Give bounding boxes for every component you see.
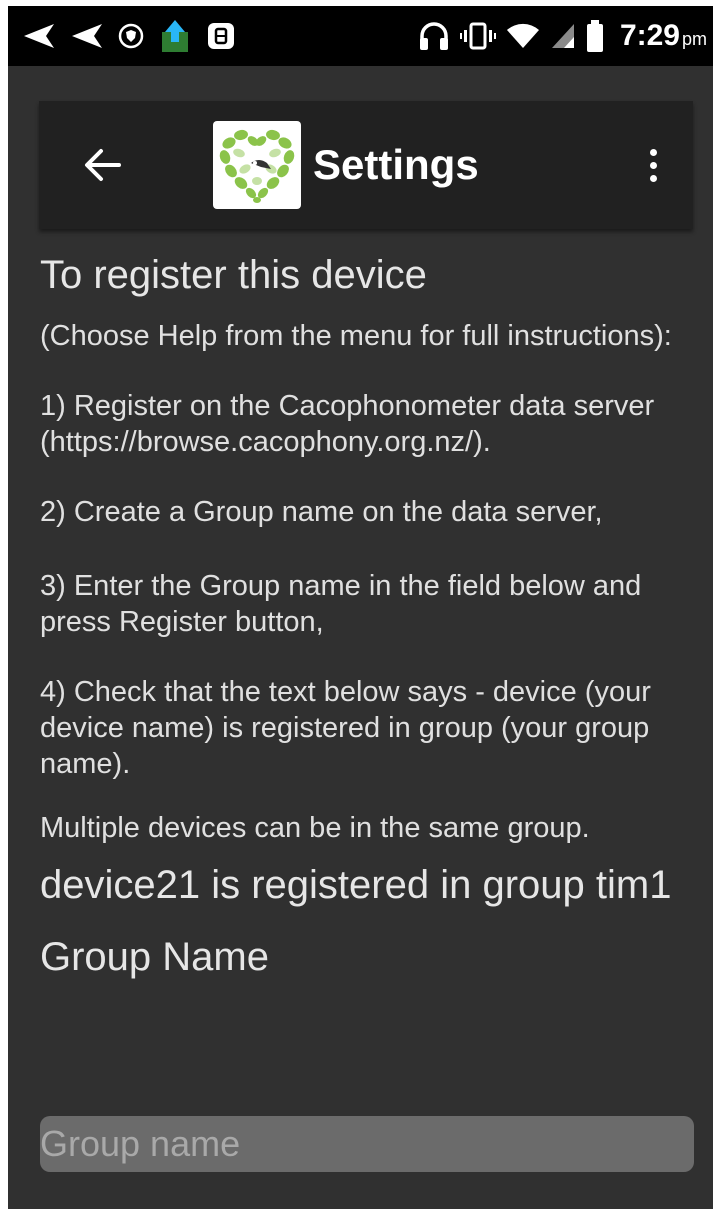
status-bar-notifications [22,18,236,54]
group-name-label: Group Name [40,935,269,979]
battery-icon [586,20,604,52]
more-vert-icon [649,148,657,156]
leaf-heart-bird-logo-icon [219,129,295,203]
wifi-icon [506,22,540,50]
clock-ampm: pm [681,29,707,49]
headphones-icon [418,21,450,51]
step-1-text: 1) Register on the Cacophonometer data s… [40,390,655,458]
upload-app-icon [158,18,192,54]
overflow-menu-button[interactable] [641,141,665,189]
vibrate-icon [459,22,496,50]
app-logo [213,121,301,209]
toolbar-title: Settings [313,141,479,188]
step-4-text: 4) Check that the text below says - devi… [40,676,651,780]
back-button[interactable] [79,141,127,189]
status-bar: 7:29 pm [8,6,713,66]
app-toolbar: Settings [39,101,693,229]
vpn-shield-icon [118,23,144,49]
status-bar-system: 7:29 pm [418,16,707,56]
send-icon [70,23,104,49]
register-heading: To register this device [40,253,427,297]
more-vert-icon-dot [649,174,657,182]
step-2-text: 2) Create a Group name on the data serve… [40,496,603,528]
send-icon [22,23,56,49]
clock-time: 7:29 [619,19,680,52]
phone-screen: 7:29 pm Settings To register this device… [8,6,713,1209]
multiple-devices-note: Multiple devices can be in the same grou… [40,812,590,844]
settings-content: To register this device (Choose Help fro… [40,250,700,982]
intro-text: (Choose Help from the menu for full inst… [40,320,672,352]
arrow-left-icon [85,149,121,181]
registration-status: device21 is registered in group tim1 [40,863,672,907]
app-notification-icon [206,21,236,51]
status-clock: 7:29 pm [620,19,707,53]
more-vert-icon-dot [649,161,657,169]
step-3-text: 3) Enter the Group name in the field bel… [40,570,642,638]
group-name-input[interactable] [40,1116,694,1172]
cell-signal-icon [550,22,576,50]
